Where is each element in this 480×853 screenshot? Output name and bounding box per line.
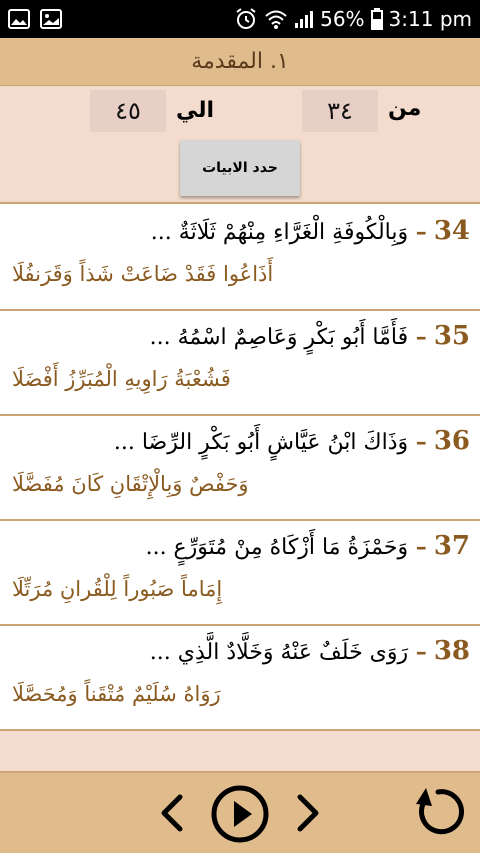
title-bar: ١. المقدمة	[0, 38, 480, 86]
chevron-right-icon	[294, 793, 322, 836]
verse-first-hemistich: 38 – رَوَى خَلَفٌ عَنْهُ وَخَلَّادٌ الَّ…	[150, 636, 470, 666]
verse-line1-text: وَحَمْزَةُ مَا أَزْكَاهُ مِنْ مُتَوَرِّع…	[145, 535, 409, 560]
list-footer	[0, 731, 480, 771]
signal-icon	[294, 9, 314, 29]
verse-line1-text: وَذَاكَ ابْنُ عَيَّاشٍ أَبُو بَكْرٍ الرِ…	[113, 430, 409, 455]
verse-first-hemistich: 36 – وَذَاكَ ابْنُ عَيَّاشٍ أَبُو بَكْرٍ…	[114, 426, 470, 456]
verse-item[interactable]: 35 – فَأَمَّا أَبُو بَكْرٍ وَعَاصِمٌ اسْ…	[0, 311, 480, 416]
chevron-left-icon	[158, 793, 186, 836]
verse-line1-text: فَأَمَّا أَبُو بَكْرٍ وَعَاصِمٌ اسْمُهُ …	[149, 325, 409, 350]
from-input[interactable]	[302, 90, 378, 132]
verse-number: 38	[433, 636, 470, 666]
verse-item[interactable]: 37 – وَحَمْزَةُ مَا أَزْكَاهُ مِنْ مُتَو…	[0, 521, 480, 626]
image-icon	[8, 9, 30, 29]
verse-dash: –	[408, 429, 427, 455]
verse-list: 34 – وَبِالْكُوفَةِ الْغَرَّاءِ مِنْهُمْ…	[0, 206, 480, 731]
next-button[interactable]	[286, 789, 330, 839]
play-button[interactable]	[208, 783, 272, 847]
range-panel: من الي حدد الابيات	[0, 86, 480, 204]
battery-percent: 56%	[320, 7, 365, 31]
verse-first-hemistich: 37 – وَحَمْزَةُ مَا أَزْكَاهُ مِنْ مُتَو…	[146, 531, 470, 561]
verse-dash: –	[408, 534, 427, 560]
verse-number: 35	[433, 321, 470, 351]
status-bar: 56% 3:11 pm	[0, 0, 480, 38]
verse-line1-text: وَبِالْكُوفَةِ الْغَرَّاءِ مِنْهُمْ ثَلَ…	[150, 220, 409, 245]
verse-number: 36	[433, 426, 470, 456]
verse-first-hemistich: 34 – وَبِالْكُوفَةِ الْغَرَّاءِ مِنْهُمْ…	[151, 216, 470, 246]
verse-second-hemistich: رَوَاهُ سُلَيْمٌ مُتْقَناً وَمُحَصَّلَا	[12, 682, 221, 706]
verse-second-hemistich: فَشُعْبَةُ رَاوِيهِ الْمُبَرِّزُ أَفْضَل…	[12, 367, 231, 391]
from-label: من	[388, 96, 422, 121]
previous-button[interactable]	[150, 789, 194, 839]
play-icon	[210, 784, 270, 847]
verse-line1-text: رَوَى خَلَفٌ عَنْهُ وَخَلَّادٌ الَّذِي .…	[149, 640, 409, 665]
verse-dash: –	[408, 219, 427, 245]
verse-number: 37	[433, 531, 470, 561]
to-input[interactable]	[90, 90, 166, 132]
alarm-icon	[234, 7, 258, 31]
verse-second-hemistich: أَذَاعُوا فَقَدْ ضَاعَتْ شَذاً وَقَرَنفُ…	[12, 262, 274, 286]
verse-first-hemistich: 35 – فَأَمَّا أَبُو بَكْرٍ وَعَاصِمٌ اسْ…	[150, 321, 470, 351]
verse-second-hemistich: إِمَاماً صَبُوراً لِلْقُرانِ مُرَتِّلَا	[12, 577, 223, 601]
replay-icon	[410, 784, 466, 843]
verse-item[interactable]: 36 – وَذَاكَ ابْنُ عَيَّاشٍ أَبُو بَكْرٍ…	[0, 416, 480, 521]
verse-item[interactable]: 38 – رَوَى خَلَفٌ عَنْهُ وَخَلَّادٌ الَّ…	[0, 626, 480, 731]
verse-second-hemistich: وَحَفْصٌ وَبِالْإِتْقَانِ كَانَ مُفَضَّل…	[12, 472, 249, 496]
chapter-title: ١. المقدمة	[191, 49, 289, 74]
playback-toolbar	[0, 771, 480, 853]
gallery-icon	[40, 9, 62, 29]
wifi-icon	[264, 8, 288, 30]
define-verses-button[interactable]: حدد الابيات	[180, 140, 300, 196]
verse-item[interactable]: 34 – وَبِالْكُوفَةِ الْغَرَّاءِ مِنْهُمْ…	[0, 206, 480, 311]
battery-icon	[370, 8, 383, 30]
clock-time: 3:11 pm	[388, 7, 472, 31]
verse-dash: –	[408, 639, 427, 665]
verse-dash: –	[408, 324, 427, 350]
replay-button[interactable]	[408, 783, 468, 843]
verse-number: 34	[433, 216, 470, 246]
to-label: الي	[176, 98, 215, 123]
